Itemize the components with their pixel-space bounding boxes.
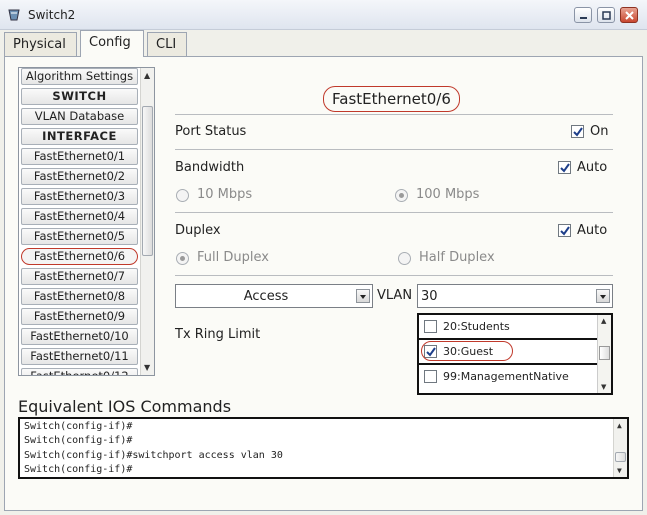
sidebar: Algorithm Settings SWITCH VLAN Database … xyxy=(18,67,155,376)
tx-ring-limit-label: Tx Ring Limit xyxy=(175,327,261,342)
divider xyxy=(175,212,613,213)
vlan-option-label: 20:Students xyxy=(443,320,510,333)
console-line: Switch(config-if)#switchport access vlan… xyxy=(24,450,283,461)
port-mode-select[interactable]: Access xyxy=(175,284,373,308)
scroll-down-icon[interactable]: ▼ xyxy=(144,363,150,372)
maximize-button[interactable] xyxy=(597,7,615,23)
ios-console[interactable]: Switch(config-if)# Switch(config-if)# Sw… xyxy=(18,417,629,479)
cisco-switch-icon xyxy=(8,9,20,21)
checkmark-icon xyxy=(573,127,583,137)
port-status-checkbox[interactable] xyxy=(571,125,584,138)
duplex-auto-checkbox[interactable] xyxy=(558,224,571,237)
divider xyxy=(419,338,598,340)
sidebar-item-fa0-11[interactable]: FastEthernet0/11 xyxy=(21,348,138,365)
chevron-down-icon[interactable] xyxy=(356,289,370,303)
vlan-select[interactable]: 30 xyxy=(417,284,613,308)
sidebar-item-fa0-8[interactable]: FastEthernet0/8 xyxy=(21,288,138,305)
full-duplex-radio[interactable] xyxy=(176,252,189,265)
bandwidth-auto-label: Auto xyxy=(577,160,608,175)
divider xyxy=(175,275,613,276)
port-status-on-label: On xyxy=(590,124,609,139)
config-panel: Algorithm Settings SWITCH VLAN Database … xyxy=(4,56,643,511)
sidebar-item-fa0-10[interactable]: FastEthernet0/10 xyxy=(21,328,138,345)
checkmark-icon xyxy=(560,226,570,236)
vlan-option-20[interactable]: 20:Students xyxy=(421,317,597,337)
dropdown-scrollbar[interactable]: ▲ ▼ xyxy=(597,315,611,393)
full-duplex-label: Full Duplex xyxy=(197,250,269,265)
console-line: Switch(config-if)# xyxy=(24,421,133,432)
vlan-dropdown: 20:Students 30:Guest 99:ManagementNative… xyxy=(417,313,613,395)
duplex-label: Duplex xyxy=(175,223,221,238)
port-title: FastEthernet0/6 xyxy=(323,86,460,112)
bandwidth-10-label: 10 Mbps xyxy=(197,187,253,202)
bandwidth-100-label: 100 Mbps xyxy=(416,187,480,202)
sidebar-item-fa0-2[interactable]: FastEthernet0/2 xyxy=(21,168,138,185)
close-button[interactable] xyxy=(620,7,638,23)
sidebar-item-algorithm-settings[interactable]: Algorithm Settings xyxy=(21,68,138,85)
sidebar-item-fa0-4[interactable]: FastEthernet0/4 xyxy=(21,208,138,225)
vlan-option-checkbox[interactable] xyxy=(424,370,437,383)
scroll-up-icon[interactable]: ▲ xyxy=(617,421,622,430)
vlan-option-99[interactable]: 99:ManagementNative xyxy=(421,367,597,387)
checkmark-icon xyxy=(560,163,570,173)
divider xyxy=(419,363,598,365)
scroll-down-icon[interactable]: ▼ xyxy=(601,383,606,391)
sidebar-header-switch[interactable]: SWITCH xyxy=(21,88,138,105)
sidebar-header-interface[interactable]: INTERFACE xyxy=(21,128,138,145)
duplex-auto-label: Auto xyxy=(577,223,608,238)
scroll-up-icon[interactable]: ▲ xyxy=(144,71,150,80)
maximize-icon xyxy=(602,11,611,20)
half-duplex-label: Half Duplex xyxy=(419,250,495,265)
console-line: Switch(config-if)# xyxy=(24,464,133,475)
scroll-thumb[interactable] xyxy=(599,346,610,360)
scroll-up-icon[interactable]: ▲ xyxy=(601,317,606,325)
half-duplex-radio[interactable] xyxy=(398,252,411,265)
scroll-thumb[interactable] xyxy=(615,452,626,462)
sidebar-item-vlan-database[interactable]: VLAN Database xyxy=(21,108,138,125)
bandwidth-100-radio[interactable] xyxy=(395,189,408,202)
sidebar-item-fa0-7[interactable]: FastEthernet0/7 xyxy=(21,268,138,285)
sidebar-item-fa0-9[interactable]: FastEthernet0/9 xyxy=(21,308,138,325)
bandwidth-auto-checkbox[interactable] xyxy=(558,161,571,174)
tab-config[interactable]: Config xyxy=(80,30,144,57)
sidebar-item-fa0-3[interactable]: FastEthernet0/3 xyxy=(21,188,138,205)
bandwidth-label: Bandwidth xyxy=(175,160,245,175)
bandwidth-10-radio[interactable] xyxy=(176,189,189,202)
title-bar: Switch2 xyxy=(0,0,647,30)
console-line: Switch(config-if)# xyxy=(24,435,133,446)
scroll-down-icon[interactable]: ▼ xyxy=(617,466,622,475)
chevron-down-icon[interactable] xyxy=(596,289,610,303)
scroll-thumb[interactable] xyxy=(142,106,153,256)
divider xyxy=(175,114,613,115)
sidebar-item-fa0-5[interactable]: FastEthernet0/5 xyxy=(21,228,138,245)
port-mode-value: Access xyxy=(243,289,289,304)
window-title: Switch2 xyxy=(28,8,76,22)
sidebar-scrollbar[interactable]: ▲ ▼ xyxy=(140,68,154,375)
highlight-ring xyxy=(421,341,513,361)
divider xyxy=(175,149,613,150)
vlan-label: VLAN xyxy=(377,288,413,303)
vlan-option-checkbox[interactable] xyxy=(424,320,437,333)
tab-physical[interactable]: Physical xyxy=(4,32,77,56)
console-scrollbar[interactable]: ▲ ▼ xyxy=(613,419,627,477)
sidebar-item-fa0-1[interactable]: FastEthernet0/1 xyxy=(21,148,138,165)
close-icon xyxy=(625,11,634,20)
minimize-icon xyxy=(580,17,587,19)
vlan-value: 30 xyxy=(421,289,438,304)
sidebar-item-fa0-12[interactable]: FastEthernet0/12 xyxy=(21,368,138,375)
vlan-option-label: 99:ManagementNative xyxy=(443,370,569,383)
minimize-button[interactable] xyxy=(574,7,592,23)
tab-cli[interactable]: CLI xyxy=(147,32,187,56)
port-status-label: Port Status xyxy=(175,124,247,139)
sidebar-item-fa0-6[interactable]: FastEthernet0/6 xyxy=(21,248,138,265)
ios-commands-title: Equivalent IOS Commands xyxy=(18,397,232,416)
